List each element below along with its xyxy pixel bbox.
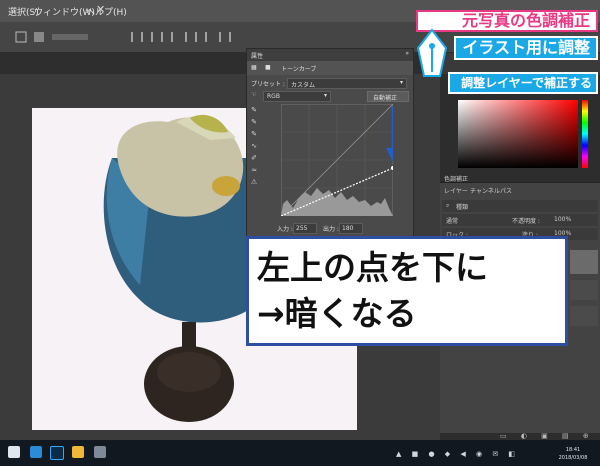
opacity-value[interactable]: 100% — [554, 216, 571, 223]
curves-tab-label: トーンカーブ — [281, 66, 317, 73]
auto-button-label: 自動補正 — [373, 95, 398, 102]
taskbar-app-icon[interactable] — [30, 446, 42, 458]
taskbar-time: 18:41 — [565, 447, 581, 453]
color-picker-field[interactable] — [458, 100, 578, 168]
layer-row-selected[interactable] — [570, 250, 598, 274]
taskbar-app-icon[interactable] — [94, 446, 106, 458]
pencil-icon[interactable]: ✐ — [247, 152, 261, 164]
callout-box: 左上の点を下に →暗くなる — [246, 236, 568, 346]
eyedropper-black-icon[interactable]: ✎ — [247, 104, 261, 116]
layers-tab[interactable]: レイヤー — [444, 186, 468, 195]
input-value: 255 — [296, 225, 308, 232]
curves-tools: ✎ ✎ ✎ ∿ ✐ ≈ ⚠ — [247, 104, 261, 186]
properties-title: 属性 — [251, 53, 264, 60]
kind-label: 種類 — [456, 204, 469, 211]
layers-footer-icons[interactable]: ▭ ◐ ▣ ▤ ⊕ ⌫ — [500, 432, 596, 448]
hue-slider[interactable] — [582, 100, 588, 168]
eyedropper-gray-icon[interactable]: ✎ — [247, 116, 261, 128]
smooth-icon[interactable]: ≈ — [247, 164, 261, 176]
preset-select[interactable]: カスタム ▾ — [287, 78, 407, 89]
banner-line-3: 調整レイヤーで補正する — [448, 72, 598, 94]
output-field[interactable]: 180 — [339, 223, 363, 234]
target-adjust-icon[interactable]: ☜ — [251, 91, 256, 98]
tray-icons[interactable]: ▲ ■ ● ◆ ◀ ◉ ✉ ◧ — [396, 450, 536, 458]
photoshop-icon[interactable] — [50, 446, 64, 460]
preset-value: カスタム — [291, 82, 316, 89]
curves-tab-row: ▦ ■ トーンカーブ — [247, 61, 413, 75]
properties-header: 属性 » — [247, 49, 413, 61]
callout-line-1: 左上の点を下に — [257, 248, 488, 287]
input-label: 入力 : — [277, 226, 293, 233]
pen-nib-icon — [416, 28, 448, 77]
chevron-down-icon: ▾ — [399, 79, 403, 86]
blend-mode-value: 通常 — [446, 218, 459, 225]
preset-label: プリセット : — [251, 81, 285, 88]
channel-select[interactable]: RGB ▾ — [263, 91, 331, 102]
clipping-warning-icon[interactable]: ⚠ — [247, 176, 261, 188]
output-label: 出力 : — [323, 226, 339, 233]
taskbar-app-icon[interactable] — [72, 446, 84, 458]
curve-point-top — [390, 165, 393, 171]
title-banner: 元写真の色調補正 イラスト用に調整 調整レイヤーで補正する — [412, 10, 598, 96]
blend-mode-row[interactable]: 通常 不透明度 : 100% — [442, 214, 598, 226]
eyedropper-white-icon[interactable]: ✎ — [247, 128, 261, 140]
edit-points-icon[interactable]: ∿ — [247, 140, 261, 152]
layer-mask-icon[interactable]: ■ — [265, 64, 271, 71]
opacity-label: 不透明度 : — [512, 218, 540, 225]
layer-row[interactable] — [570, 306, 598, 326]
channel-value: RGB — [267, 93, 280, 100]
banner-line-2: イラスト用に調整 — [454, 36, 598, 60]
curves-graph[interactable] — [281, 104, 393, 216]
channels-tab[interactable]: チャンネル — [470, 186, 500, 195]
windows-start-icon[interactable] — [8, 446, 20, 458]
auto-button[interactable]: 自動補正 — [367, 91, 409, 102]
layer-filter-row[interactable]: ⌕ 種類 — [442, 200, 598, 212]
chevron-down-icon: ▾ — [323, 92, 327, 99]
callout-line-2: →暗くなる — [257, 294, 417, 333]
output-value: 180 — [342, 225, 354, 232]
curves-adjustment-icon: ▦ — [251, 64, 257, 71]
search-icon: ⌕ — [446, 202, 450, 209]
collapse-icon[interactable]: » — [405, 50, 409, 57]
taskbar-date: 2018/03/08 — [558, 455, 588, 461]
layer-row[interactable] — [570, 280, 598, 300]
input-field[interactable]: 255 — [293, 223, 317, 234]
paths-tab[interactable]: パス — [500, 186, 512, 195]
